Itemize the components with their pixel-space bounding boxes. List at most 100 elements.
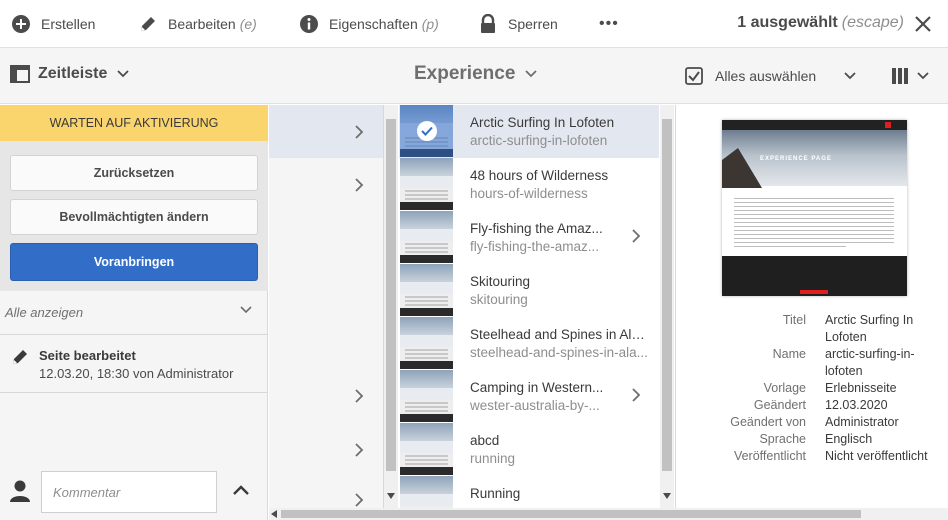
- page-name: steelhead-and-spines-in-ala...: [470, 345, 648, 360]
- page-row[interactable]: 48 hours of Wilderness hours-of-wilderne…: [399, 158, 659, 211]
- action-bar: Erstellen Bearbeiten (e) Eigenschaften (…: [0, 0, 948, 48]
- page-row[interactable]: Camping in Western... wester-australia-b…: [399, 370, 659, 423]
- scroll-down-icon[interactable]: [387, 493, 395, 499]
- page-name: arctic-surfing-in-lofoten: [470, 133, 608, 148]
- properties-label: Eigenschaften: [329, 16, 418, 32]
- user-icon: [10, 480, 30, 502]
- reset-button[interactable]: Zurücksetzen: [10, 155, 258, 191]
- select-all[interactable]: Alles auswählen: [685, 67, 856, 85]
- page-row[interactable]: Arctic Surfing In Lofoten arctic-surfing…: [399, 105, 659, 158]
- property-value: Arctic Surfing In: [825, 313, 914, 327]
- edit-shortcut: (e): [239, 16, 257, 32]
- parent-column: [269, 105, 383, 508]
- property-row: Name arctic-surfing-in-: [676, 347, 948, 364]
- page-thumbnail: [400, 317, 453, 369]
- property-key: Sprache: [759, 432, 806, 446]
- chevron-right-icon[interactable]: [354, 178, 364, 192]
- change-delegate-button[interactable]: Bevollmächtigten ändern: [10, 199, 258, 235]
- horizontal-scrollbar[interactable]: [269, 508, 948, 520]
- pages-column: Arctic Surfing In Lofoten arctic-surfing…: [383, 105, 675, 508]
- page-title: Arctic Surfing In Lofoten: [470, 115, 615, 130]
- preview-hero-title: EXPERIENCE PAGE: [760, 156, 832, 162]
- chevron-right-icon[interactable]: [354, 493, 364, 507]
- property-value: Englisch: [825, 432, 873, 446]
- scroll-down-icon[interactable]: [663, 493, 671, 499]
- close-icon[interactable]: [912, 13, 934, 35]
- chevron-right-icon[interactable]: [354, 389, 364, 403]
- page-thumbnail: [400, 370, 453, 422]
- property-key: Geändert: [753, 398, 806, 412]
- timeline-event[interactable]: Seite bearbeitet 12.03.20, 18:30 von Adm…: [0, 335, 268, 393]
- page-row[interactable]: Steelhead and Spines in Ala... steelhead…: [399, 317, 659, 370]
- scroll-left-icon[interactable]: [271, 510, 277, 518]
- chevron-down-icon: [844, 72, 856, 80]
- lock-icon: [478, 14, 498, 34]
- property-value: lofoten: [825, 364, 863, 378]
- rail-label: Zeitleiste: [38, 65, 108, 82]
- toolbar: Zeitleiste Experience Alles auswählen: [0, 48, 948, 104]
- selected-check-icon: [400, 105, 453, 157]
- page-properties: Titel Arctic Surfing In Lofoten Name arcti…: [676, 313, 948, 466]
- chevron-down-icon: [240, 306, 252, 314]
- page-title: 48 hours of Wilderness: [470, 168, 609, 183]
- comment-input[interactable]: [41, 471, 217, 513]
- left-scrollbar[interactable]: [384, 105, 398, 508]
- property-value: 12.03.2020: [825, 398, 888, 412]
- right-scrollbar[interactable]: [660, 105, 674, 508]
- page-title: Camping in Western...: [470, 380, 604, 395]
- page-thumbnail: [400, 264, 453, 316]
- chevron-right-icon[interactable]: [631, 388, 641, 402]
- rail-selector[interactable]: Zeitleiste: [10, 65, 137, 83]
- page-thumbnail: [400, 423, 453, 475]
- create-label: Erstellen: [41, 16, 96, 32]
- chevron-up-icon[interactable]: [233, 485, 249, 495]
- view-switcher[interactable]: [891, 67, 929, 85]
- timeline-event-detail: 12.03.20, 18:30 von Administrator: [39, 366, 234, 381]
- chevron-down-icon: [525, 70, 538, 78]
- page-name: running: [470, 451, 516, 466]
- scrollbar-thumb[interactable]: [662, 119, 672, 471]
- selected-parent-row[interactable]: [269, 105, 383, 158]
- scrollbar-thumb[interactable]: [281, 510, 861, 518]
- property-value: Lofoten: [825, 330, 867, 344]
- info-icon: [299, 14, 319, 34]
- property-key: Veröffentlicht: [733, 449, 806, 463]
- folder-title[interactable]: Experience: [414, 63, 538, 85]
- pencil-icon: [13, 350, 27, 364]
- page-row[interactable]: Skitouring skitouring: [399, 264, 659, 317]
- timeline-filter-label: Alle anzeigen: [5, 305, 84, 320]
- page-row[interactable]: Running: [399, 476, 659, 508]
- page-name: fly-fishing-the-amaz...: [470, 239, 600, 254]
- selection-shortcut: (escape): [841, 14, 904, 31]
- timeline-rail: WARTEN AUF AKTIVIERUNG Zurücksetzen Bevo…: [0, 105, 268, 520]
- chevron-right-icon[interactable]: [354, 443, 364, 457]
- page-thumbnail: [400, 476, 453, 508]
- selection-count[interactable]: 1 ausgewählt (escape): [737, 14, 904, 32]
- checkbox-icon: [685, 67, 703, 85]
- page-title: Steelhead and Spines in Ala...: [470, 327, 648, 342]
- workflow-status: WARTEN AUF AKTIVIERUNG: [0, 105, 268, 141]
- page-row[interactable]: Fly-fishing the Amaz... fly-fishing-the-…: [399, 211, 659, 264]
- page-preview-image: EXPERIENCE PAGE: [722, 120, 907, 296]
- advance-button[interactable]: Voranbringen: [10, 243, 258, 281]
- lock-button[interactable]: Sperren: [478, 12, 558, 36]
- more-actions-button[interactable]: •••: [599, 12, 619, 36]
- scrollbar-thumb[interactable]: [386, 119, 396, 471]
- properties-shortcut: (p): [421, 16, 439, 32]
- page-thumbnail: [400, 158, 453, 210]
- edit-button[interactable]: Bearbeiten (e): [138, 12, 257, 36]
- page-row[interactable]: abcd running: [399, 423, 659, 476]
- page-thumbnail: [400, 211, 453, 263]
- chevron-right-icon[interactable]: [631, 229, 641, 243]
- add-circle-icon: [11, 14, 31, 34]
- property-row: Titel Arctic Surfing In: [676, 313, 948, 330]
- chevron-right-icon[interactable]: [354, 125, 364, 139]
- timeline-filter[interactable]: Alle anzeigen: [0, 291, 268, 335]
- edit-label: Bearbeiten: [168, 16, 236, 32]
- property-key: Vorlage: [763, 381, 806, 395]
- create-button[interactable]: Erstellen: [11, 12, 95, 36]
- page-title: Running: [470, 486, 521, 501]
- property-value: Administrator: [825, 415, 899, 429]
- workflow-actions: Zurücksetzen Bevollmächtigten ändern Vor…: [0, 141, 268, 291]
- properties-button[interactable]: Eigenschaften (p): [299, 12, 439, 36]
